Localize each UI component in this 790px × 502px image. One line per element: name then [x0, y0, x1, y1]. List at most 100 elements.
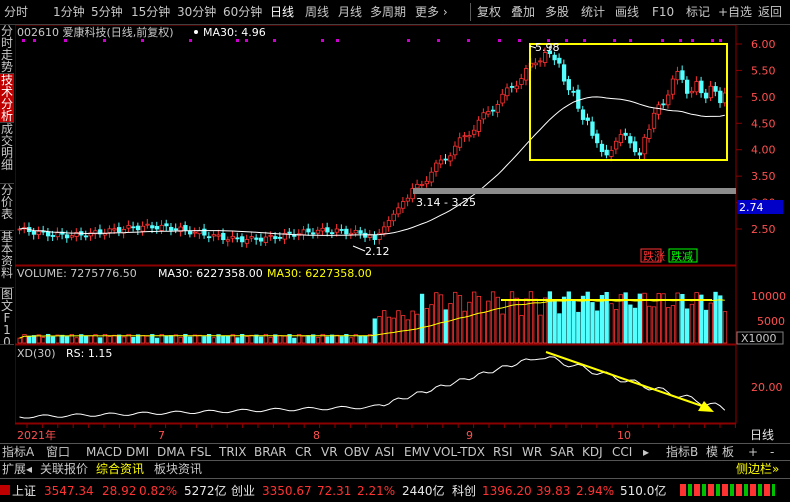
period-tab-monthly[interactable]: 月线 [338, 4, 362, 20]
volume-bar [17, 337, 22, 344]
candle-body [140, 225, 145, 232]
period-tab-15min[interactable]: 15分钟 [131, 4, 170, 20]
volume-label: VOLUME: 7275776.50 [17, 267, 137, 280]
volume-bar [244, 336, 250, 344]
mark-button[interactable]: 标记 [686, 4, 710, 20]
volume-bar [703, 309, 709, 344]
tab-vr[interactable]: VR [321, 445, 338, 459]
volume-bar [140, 335, 145, 344]
template-tab-2[interactable]: 板 [722, 445, 734, 459]
signal-dot [661, 39, 664, 42]
sidebar-toggle[interactable]: 侧边栏» [736, 462, 779, 476]
tab-cci[interactable]: CCI [612, 445, 632, 459]
high-annotation: 5.98 [535, 41, 560, 54]
left-tab-technical[interactable]: 技术分析 [0, 74, 14, 123]
period-tab-timeshare[interactable]: 分时 [4, 4, 28, 20]
candle-body [471, 129, 477, 135]
tab-dma[interactable]: DMA [157, 445, 185, 459]
candle-body [623, 132, 628, 136]
volume-bar [434, 292, 439, 344]
candle-body [689, 90, 695, 94]
left-tab-timeshare[interactable]: 分时走势 [0, 25, 14, 74]
tab-wr[interactable]: WR [522, 445, 542, 459]
template-tab-1[interactable]: 模 [706, 445, 718, 459]
volume-bar [410, 310, 415, 344]
volume-bar [476, 295, 482, 344]
overlay-button[interactable]: 叠加 [511, 4, 535, 20]
expand-tab[interactable]: 扩展◂ [2, 462, 32, 476]
tab-trix[interactable]: TRIX [219, 445, 246, 459]
tab-sar[interactable]: SAR [550, 445, 574, 459]
candle-body [382, 226, 387, 234]
left-tab-fundamentals[interactable]: 基本资料 [0, 231, 14, 288]
volume-bar [386, 316, 392, 344]
volume-bar [722, 311, 728, 344]
tab-dmi[interactable]: DMI [126, 445, 149, 459]
tab-fsl[interactable]: FSL [190, 445, 211, 459]
stats-button[interactable]: 统计 [581, 4, 605, 20]
period-tab-weekly[interactable]: 周线 [305, 4, 329, 20]
sh-index-name[interactable]: 上证 [12, 483, 36, 499]
left-tab-trades[interactable]: 成交明细 [0, 123, 14, 184]
draw-line-button[interactable]: 画线 [615, 4, 639, 20]
back-button[interactable]: 返回 [758, 4, 782, 20]
period-tab-daily[interactable]: 日线 [270, 4, 294, 20]
period-tab-multi[interactable]: 多周期 [370, 4, 406, 20]
zoom-out-button[interactable]: - [770, 445, 774, 459]
volume-bar [169, 335, 174, 344]
indicator-tab-b[interactable]: 指标B [666, 445, 698, 459]
candle-body [391, 213, 396, 222]
zoom-in-button[interactable]: + [748, 445, 758, 459]
period-tab-30min[interactable]: 30分钟 [177, 4, 216, 20]
tab-kdj[interactable]: KDJ [582, 445, 603, 459]
period-tab-1min[interactable]: 1分钟 [53, 4, 85, 20]
volume-bar [538, 314, 543, 344]
period-tab-more[interactable]: 更多 › [415, 4, 448, 20]
related-quotes-tab[interactable]: 关联报价 [40, 462, 88, 476]
period-tab-5min[interactable]: 5分钟 [91, 4, 123, 20]
volume-bar [689, 303, 695, 344]
indicator-tab-a[interactable]: 指标A [2, 445, 34, 459]
candle-body [112, 228, 117, 231]
news-tab[interactable]: 综合资讯 [96, 462, 144, 476]
adjust-button[interactable]: 复权 [477, 4, 501, 20]
candle-body [486, 111, 491, 115]
kline-chart-panel[interactable]: 3.14 - 3.25 5.98 2.12 002610 爱康科技(日线,前复权… [15, 25, 790, 443]
volume-bar [609, 303, 614, 344]
volume-bar [60, 334, 65, 344]
x-label-sep: 9 [466, 429, 473, 442]
candle-body [329, 232, 335, 235]
candle-body [557, 57, 562, 64]
volume-bar [306, 335, 311, 344]
tab-asi[interactable]: ASI [375, 445, 394, 459]
sector-news-tab[interactable]: 板块资讯 [154, 462, 202, 476]
multi-stock-button[interactable]: 多股 [545, 4, 569, 20]
tab-vol-tdx[interactable]: VOL-TDX [433, 445, 485, 459]
candle-body [656, 104, 661, 115]
tab-scroll-right[interactable]: ▸ [643, 445, 649, 459]
candle-body [509, 86, 515, 88]
cy-index-name[interactable]: 创业 [231, 483, 255, 499]
trend-arrow-head [698, 401, 714, 412]
tab-obv[interactable]: OBV [344, 445, 370, 459]
tab-rsi[interactable]: RSI [493, 445, 513, 459]
candle-body [505, 87, 510, 97]
volume-bar [121, 336, 127, 344]
tab-macd[interactable]: MACD [86, 445, 122, 459]
price-tick-label: 3.50 [751, 170, 776, 183]
kc-index-name[interactable]: 科创 [452, 483, 476, 499]
volume-bar [486, 300, 491, 344]
left-tab-f10[interactable]: 图文F10 [0, 288, 14, 345]
f10-button[interactable]: F10 [652, 4, 674, 20]
tab-brar[interactable]: BRAR [254, 445, 287, 459]
window-tab[interactable]: 窗口 [46, 445, 70, 459]
volume-bar [358, 335, 363, 344]
volume-bar [301, 335, 306, 344]
period-tab-60min[interactable]: 60分钟 [223, 4, 262, 20]
signal-dot [565, 39, 568, 42]
add-favorite-button[interactable]: +自选 [718, 4, 752, 20]
left-tab-price-table[interactable]: 分价表 [0, 184, 14, 231]
tab-emv[interactable]: EMV [404, 445, 430, 459]
candle-body [249, 236, 254, 239]
tab-cr[interactable]: CR [295, 445, 312, 459]
